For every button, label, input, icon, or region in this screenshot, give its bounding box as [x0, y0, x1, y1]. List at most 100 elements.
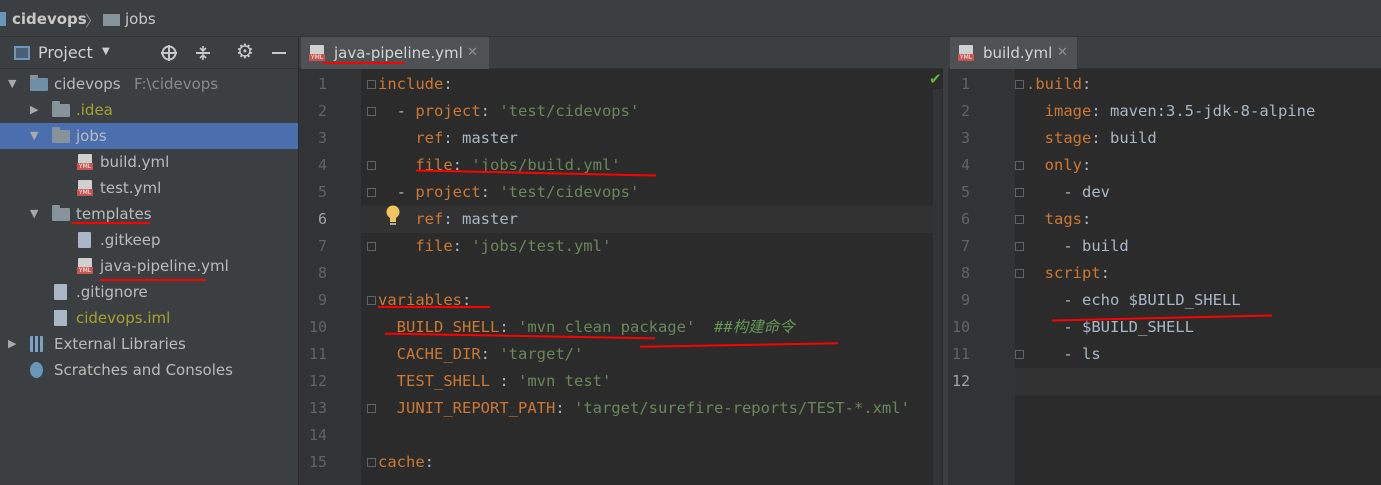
fold-marker-icon[interactable] — [367, 296, 376, 305]
code-line[interactable]: - build — [1026, 233, 1128, 260]
gear-icon[interactable]: ⚙ — [236, 39, 254, 63]
tree-item[interactable]: java-pipeline.yml — [0, 253, 298, 279]
fold-marker-icon[interactable] — [367, 242, 376, 251]
code-line[interactable]: ref: master — [378, 206, 518, 233]
code-line[interactable]: TEST_SHELL : 'mvn test' — [378, 368, 612, 395]
code-line[interactable]: - project: 'test/cidevops' — [378, 179, 640, 206]
code-line[interactable]: .build: — [1026, 71, 1091, 98]
tree-item[interactable]: build.yml — [0, 149, 298, 175]
yaml-key: project — [415, 183, 481, 201]
yml-file-icon — [958, 45, 974, 61]
module-icon — [30, 75, 48, 91]
file-icon — [54, 284, 67, 300]
code-line[interactable]: only: — [1026, 152, 1092, 179]
annotation-underline — [100, 279, 206, 281]
tree-item[interactable]: .gitkeep — [0, 227, 298, 253]
yaml-string: 'target/surefire-reports/TEST-*.xml' — [573, 399, 910, 417]
fold-marker-icon[interactable] — [367, 458, 376, 467]
code-text: : — [452, 237, 472, 255]
fold-marker-icon[interactable] — [1015, 80, 1024, 89]
yaml-key: include — [378, 75, 444, 93]
tree-item[interactable]: cidevops.iml — [0, 305, 298, 331]
yaml-key: CACHE_DIR — [396, 345, 481, 363]
fold-marker-icon[interactable] — [1015, 242, 1024, 251]
fold-marker-icon[interactable] — [1015, 161, 1024, 170]
fold-marker-icon[interactable] — [1015, 215, 1024, 224]
breadcrumb-jobs[interactable]: jobs — [125, 10, 156, 28]
chevron-right-icon[interactable]: ▶ — [30, 97, 38, 123]
yaml-key: file — [415, 237, 453, 255]
close-icon[interactable]: ✕ — [467, 37, 478, 69]
fold-marker-icon[interactable] — [367, 80, 376, 89]
fold-marker-icon[interactable] — [367, 161, 376, 170]
tree-item[interactable]: ▶ .idea — [0, 97, 298, 123]
editor-java-pipeline: java-pipeline.yml ✕ ✔ 1 include: 2 - proje… — [299, 37, 943, 485]
code-text: : master — [443, 210, 518, 228]
code-line[interactable]: - dev — [1026, 179, 1110, 206]
annotation-underline — [323, 62, 405, 64]
code-line[interactable]: ref: master — [378, 125, 518, 152]
fold-marker-icon[interactable] — [1015, 269, 1024, 278]
yaml-key: ref — [415, 129, 444, 147]
file-icon — [78, 232, 91, 248]
current-line-highlight — [1015, 368, 1381, 395]
editor-scrollbar[interactable] — [933, 89, 942, 485]
project-view-selector[interactable]: Project — [38, 43, 93, 62]
code-line[interactable]: JUNIT_REPORT_PATH: 'target/surefire-repo… — [378, 395, 910, 422]
fold-marker-icon[interactable] — [367, 188, 376, 197]
chevron-down-icon[interactable]: ▼ — [8, 71, 16, 97]
tree-item[interactable]: Scratches and Consoles — [0, 357, 298, 383]
yaml-key: only — [1044, 156, 1082, 174]
fold-marker-icon[interactable] — [367, 107, 376, 116]
code-line[interactable]: include: — [378, 71, 453, 98]
tree-item[interactable]: .gitignore — [0, 279, 298, 305]
code-line[interactable]: stage: build — [1026, 125, 1157, 152]
chevron-right-icon[interactable]: ▶ — [8, 331, 16, 357]
tree-item[interactable]: test.yml — [0, 175, 298, 201]
folder-icon — [52, 205, 70, 221]
code-line[interactable]: image: maven:3.5-jdk-8-alpine — [1026, 98, 1316, 125]
code-text: : — [424, 453, 435, 471]
code-line[interactable]: tags: — [1026, 206, 1092, 233]
line-number: 4 — [317, 156, 327, 174]
tab-build-yml[interactable]: build.yml ✕ — [950, 37, 1077, 69]
close-icon[interactable]: ✕ — [1057, 37, 1068, 69]
tree-item[interactable]: ▼ cidevops F:\cidevops — [0, 71, 298, 97]
breadcrumb-separator: 〉 — [85, 12, 101, 30]
line-number: 1 — [317, 75, 327, 93]
chevron-down-icon[interactable]: ▼ — [102, 46, 110, 57]
fold-marker-icon[interactable] — [1015, 350, 1024, 359]
collapse-all-icon[interactable] — [194, 44, 212, 62]
folder-icon — [103, 14, 120, 26]
locate-icon[interactable] — [160, 44, 178, 62]
yaml-key: image — [1044, 102, 1092, 120]
hide-panel-icon[interactable] — [272, 52, 286, 54]
tree-item[interactable]: ▶ External Libraries — [0, 331, 298, 357]
code-line[interactable]: script: — [1026, 260, 1110, 287]
code-line[interactable]: CACHE_DIR: 'target/' — [378, 341, 584, 368]
yaml-string: 'target/' — [499, 345, 584, 363]
code-text: : — [443, 75, 453, 93]
tab-java-pipeline-yml[interactable]: java-pipeline.yml ✕ — [301, 37, 489, 69]
fold-marker-icon[interactable] — [1015, 188, 1024, 197]
yaml-string: 'jobs/test.yml' — [471, 237, 612, 255]
code-line[interactable]: cache: — [378, 449, 434, 476]
breadcrumb-root[interactable]: cidevops — [12, 10, 87, 28]
editor-tab-bar: java-pipeline.yml ✕ — [299, 37, 943, 69]
fold-marker-icon[interactable] — [367, 404, 376, 413]
chevron-down-icon[interactable]: ▼ — [30, 201, 38, 227]
line-number: 13 — [308, 399, 327, 417]
line-number: 8 — [960, 264, 970, 282]
tree-item[interactable]: ▼ jobs — [0, 123, 298, 149]
code-line[interactable]: file: 'jobs/test.yml' — [378, 233, 611, 260]
module-path: F:\cidevops — [134, 75, 219, 93]
code-line[interactable]: variables: — [378, 287, 471, 314]
chevron-down-icon[interactable]: ▼ — [30, 123, 38, 149]
code-line[interactable]: - project: 'test/cidevops' — [378, 98, 640, 125]
code-line[interactable]: - ls — [1026, 341, 1100, 368]
line-number: 4 — [960, 156, 970, 174]
code-line[interactable]: - echo $BUILD_SHELL — [1026, 287, 1240, 314]
